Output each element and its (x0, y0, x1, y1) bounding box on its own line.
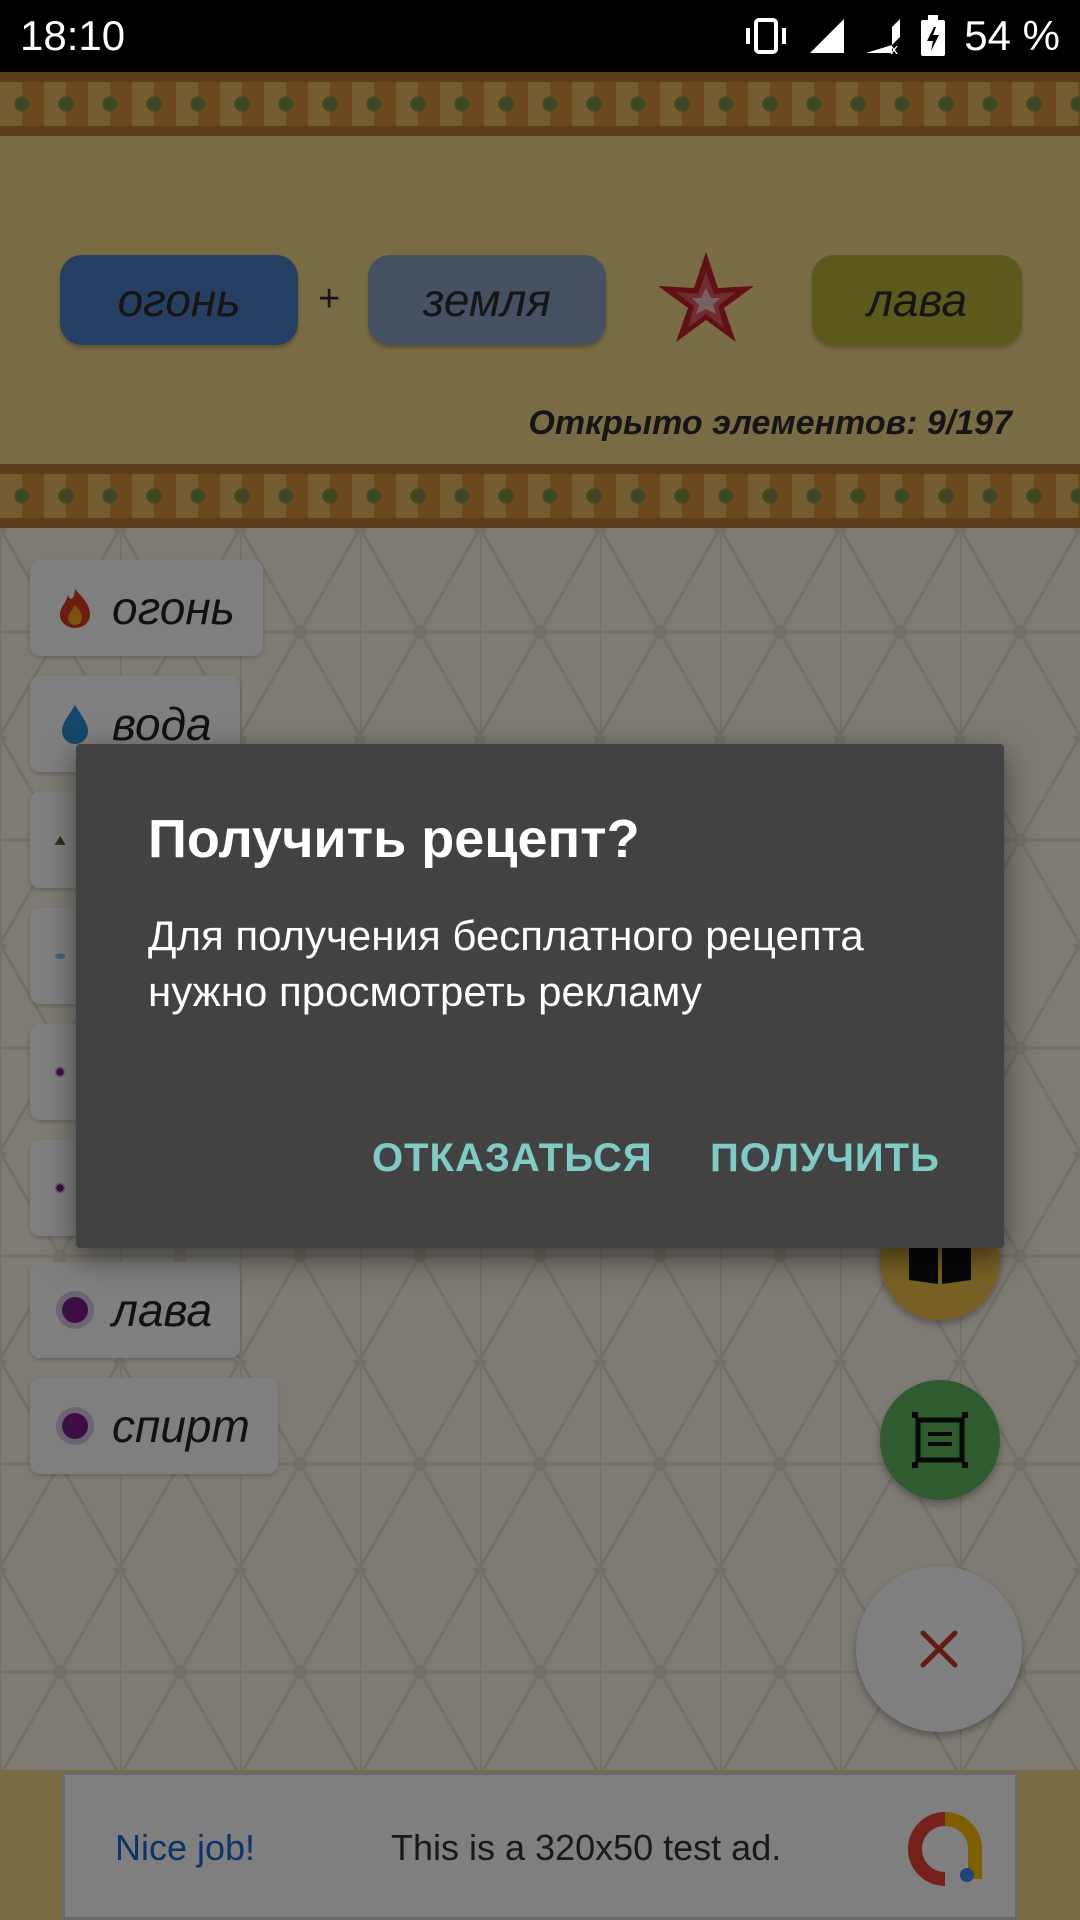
battery-percent: 54 % (964, 12, 1060, 59)
vibrate-icon (746, 18, 787, 54)
battery-charging-icon (921, 15, 946, 56)
get-button[interactable]: ПОЛУЧИТЬ (710, 1136, 940, 1181)
svg-text:x: x (890, 42, 898, 55)
status-bar: 18:10 x 54 % (0, 0, 1080, 72)
status-icons: x 54 % (742, 12, 1060, 60)
dialog-title: Получить рецепт? (148, 809, 640, 869)
decline-button[interactable]: ОТКАЗАТЬСЯ (372, 1136, 653, 1181)
dialog-message: Для получения бесплатного рецепта нужно … (148, 912, 864, 1015)
get-recipe-dialog: Получить рецепт? Для получения бесплатно… (76, 744, 1004, 1248)
signal-icon (810, 19, 845, 53)
signal-no-data-icon: x (866, 19, 901, 55)
status-time: 18:10 (20, 12, 126, 59)
